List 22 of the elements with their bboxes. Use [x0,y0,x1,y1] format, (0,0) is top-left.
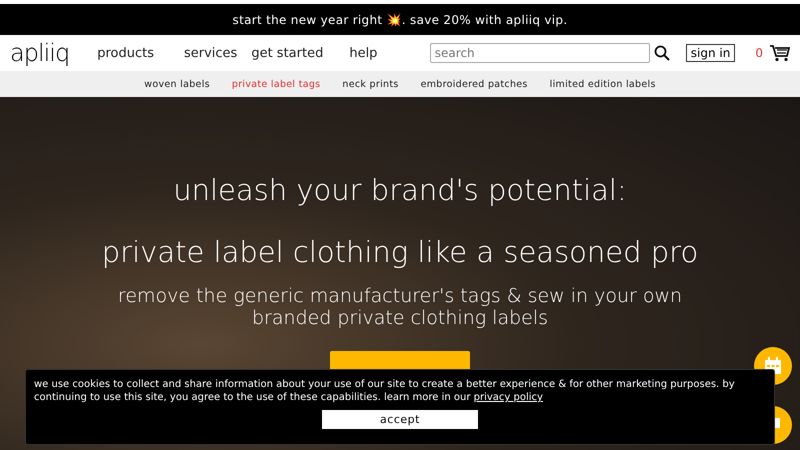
subnav-link[interactable]: woven labels [144,78,210,90]
hero-title: unleash your brand's potential: [173,173,627,207]
nav-link[interactable]: help [349,46,378,60]
announcement-text: start the new year right 💥. save 20% with apliiq vip. [0,4,800,35]
sign-in-button[interactable]: sign in [686,44,736,62]
search-field[interactable]: search [430,43,650,63]
subnav-link[interactable]: embroidered patches [420,78,528,90]
nav-link[interactable]: products [97,46,154,60]
nav-link[interactable]: get started [251,46,324,60]
hero-title: private label clothing like a seasoned pro [102,235,698,269]
cart-count: 0 [755,46,763,60]
search-icon[interactable] [654,45,670,61]
accept-button[interactable]: accept [322,410,478,429]
hero-subtitle: remove the generic manufacturer's tags & sew in your own branded private clothing labels [116,285,684,329]
subnav-link[interactable]: limited edition labels [550,78,656,90]
cookie-text: we use cookies to collect and share information about your use of our site to create a better experience & for other marketing purposes. by continuing to use this site, you agree to the use of these capabilities. learn more in our privacy policy [34,378,736,404]
logo[interactable]: apliiq [10,41,70,65]
subnav-link[interactable]: neck prints [342,78,399,90]
cart-icon[interactable] [770,44,790,62]
nav-link[interactable]: services [184,46,238,60]
subnav-link[interactable]: private label tags [232,78,320,90]
privacy-policy-link[interactable]: privacy policy [474,392,543,403]
